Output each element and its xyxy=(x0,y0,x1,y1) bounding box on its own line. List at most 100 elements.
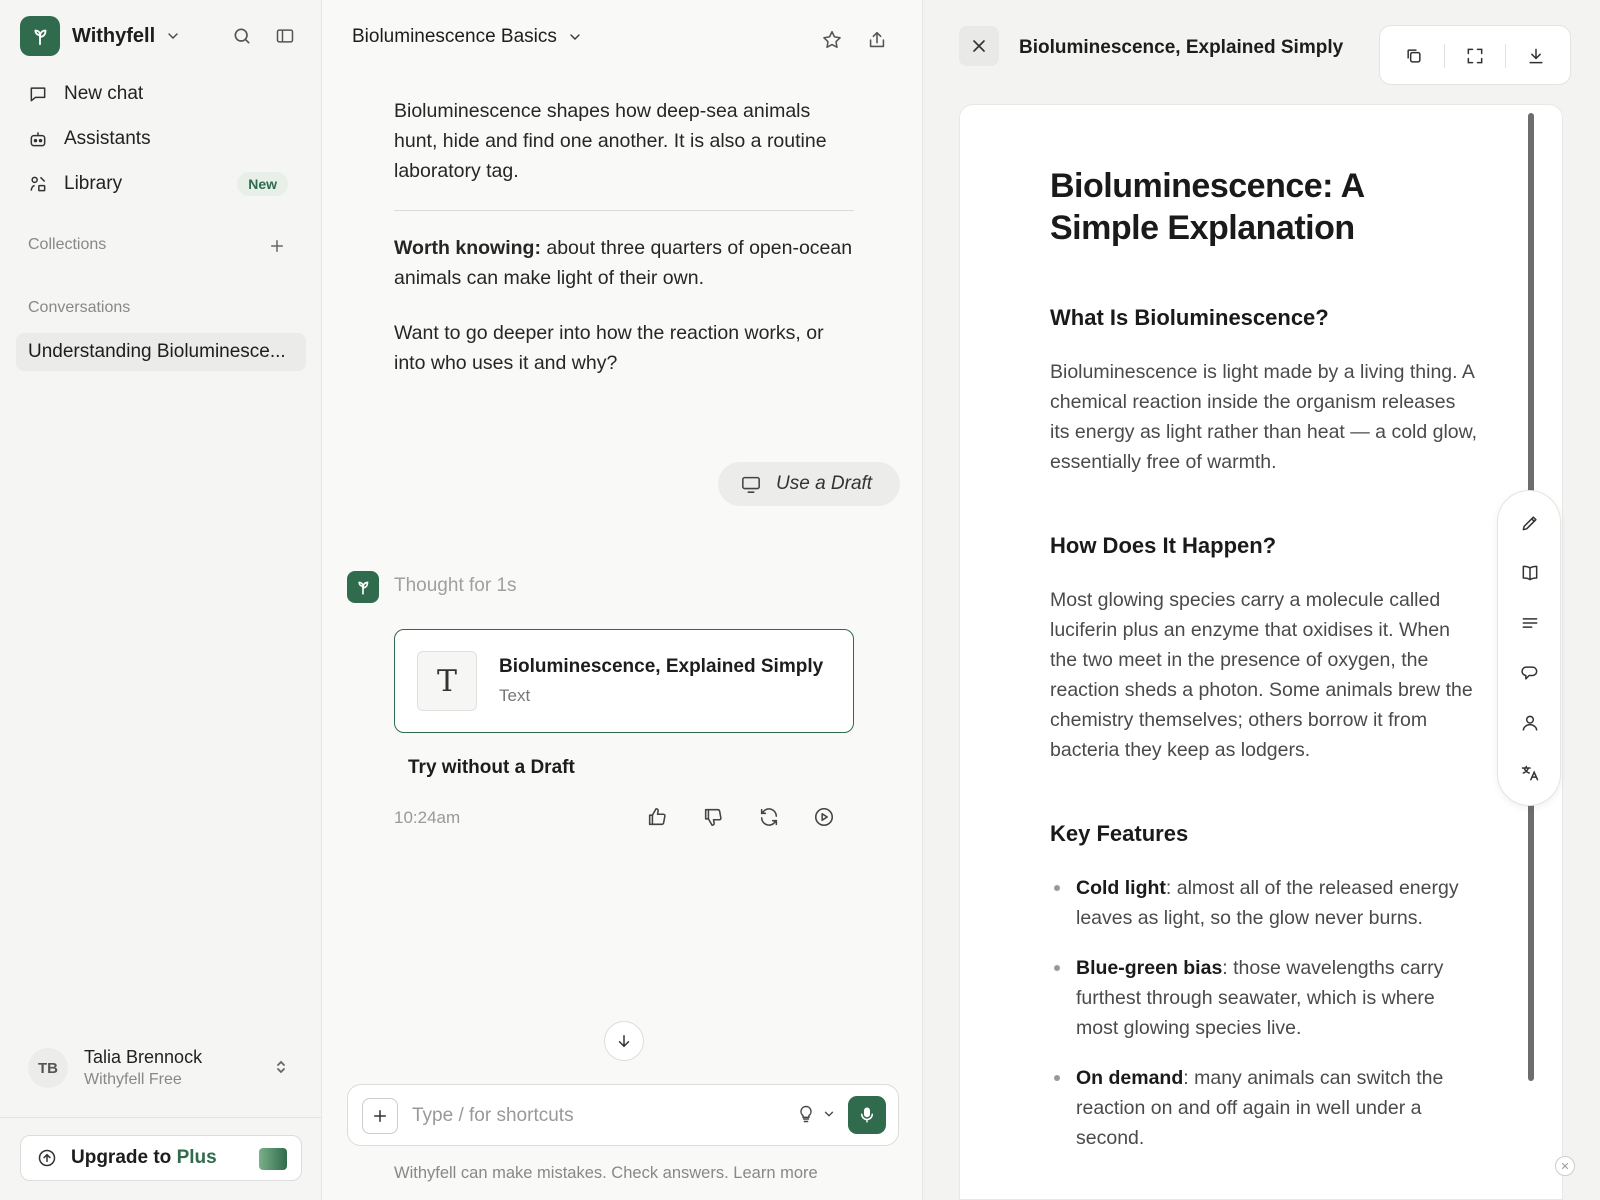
panel-toolbar xyxy=(1379,25,1571,85)
feature-list: Cold light: almost all of the released e… xyxy=(1050,873,1480,1153)
adjust-length-button[interactable] xyxy=(1515,608,1545,638)
sidebar: Withyfell New chat Assistants Library Ne… xyxy=(0,0,322,1200)
learn-more-link[interactable]: Learn more xyxy=(733,1164,817,1182)
microphone-icon xyxy=(861,1107,873,1123)
section-paragraph: Most glowing species carry a molecule ca… xyxy=(1050,589,1473,761)
new-chat-button[interactable]: New chat xyxy=(14,74,308,114)
read-aloud-button[interactable] xyxy=(809,802,839,832)
thumbs-up-button[interactable] xyxy=(642,802,672,832)
chat-bubble-icon xyxy=(30,87,46,102)
brand-name: Withyfell xyxy=(72,24,156,47)
avatar: TB xyxy=(28,1048,68,1088)
thumbs-down-button[interactable] xyxy=(698,802,728,832)
favorite-button[interactable] xyxy=(816,24,848,56)
bullet xyxy=(1054,1075,1060,1081)
disclaimer: Withyfell can make mistakes. Check answe… xyxy=(394,1164,818,1183)
feature-term: On demand xyxy=(1076,1067,1184,1089)
thumbs-down-icon xyxy=(704,808,722,827)
list-item: Cold light: almost all of the released e… xyxy=(1050,873,1480,933)
close-panel-button[interactable] xyxy=(959,26,999,66)
pencil-icon xyxy=(1522,516,1537,531)
sidebar-toggle-icon xyxy=(276,29,294,43)
star-icon xyxy=(823,30,841,49)
add-collection-button[interactable] xyxy=(262,231,292,261)
workspace-switcher[interactable]: Withyfell xyxy=(20,16,181,56)
artifact-panel: Bioluminescence, Explained Simply Biolum… xyxy=(922,0,1600,1200)
attach-button[interactable] xyxy=(362,1098,398,1134)
artifact-title: Bioluminescence, Explained Simply xyxy=(499,656,824,677)
bullet xyxy=(1054,965,1060,971)
chat-title: Bioluminescence Basics xyxy=(352,26,557,47)
toolbar-separator xyxy=(1505,44,1506,68)
new-badge: New xyxy=(237,172,288,196)
chevron-down-icon xyxy=(168,33,178,39)
user-plan: Withyfell Free xyxy=(84,1071,182,1088)
assistant-avatar xyxy=(347,571,379,603)
regenerate-button[interactable] xyxy=(754,802,784,832)
section-heading: Key Features xyxy=(1050,821,1189,846)
message-worth-knowing: Worth knowing: about three quarters of o… xyxy=(394,233,854,293)
voice-input-button[interactable] xyxy=(848,1096,886,1134)
translate-button[interactable] xyxy=(1515,758,1545,788)
translate-icon xyxy=(1521,765,1539,781)
sidebar-item-assistants[interactable]: Assistants xyxy=(14,119,308,159)
close-icon xyxy=(973,40,985,52)
section-paragraph: Bioluminescence is light made by a livin… xyxy=(1050,361,1478,473)
worth-knowing-label: Worth knowing: xyxy=(394,237,541,259)
brand-logo xyxy=(20,16,60,56)
person-icon xyxy=(1522,715,1538,731)
expand-icon xyxy=(1467,48,1483,64)
feature-term: Cold light xyxy=(1076,877,1166,899)
leaf-icon xyxy=(358,581,369,595)
panel-title: Bioluminescence, Explained Simply xyxy=(1019,37,1344,58)
try-without-draft-button[interactable]: Try without a Draft xyxy=(408,757,575,779)
share-icon xyxy=(869,31,885,48)
copy-button[interactable] xyxy=(1398,40,1430,72)
document-body: Bioluminescence: A Simple Explanation Wh… xyxy=(1050,165,1480,1173)
thought-status[interactable]: Thought for 1s xyxy=(394,575,517,597)
edit-tool-button[interactable] xyxy=(1515,508,1545,538)
use-draft-button[interactable]: Use a Draft xyxy=(718,462,900,506)
document-title: Bioluminescence: A Simple Explanation xyxy=(1050,167,1364,247)
arrow-down-icon xyxy=(618,1035,630,1048)
plus-icon xyxy=(271,240,283,252)
message-input[interactable] xyxy=(412,1099,772,1133)
artifact-card[interactable]: T Bioluminescence, Explained Simply Text xyxy=(394,629,854,733)
chat-title-dropdown[interactable]: Bioluminescence Basics xyxy=(352,26,583,48)
library-label: Library xyxy=(64,173,123,194)
edit-tools-rail xyxy=(1497,490,1561,806)
message-intro: Bioluminescence shapes how deep-sea anim… xyxy=(394,100,827,182)
share-button[interactable] xyxy=(861,24,893,56)
toolbar-separator xyxy=(1444,44,1445,68)
list-item: On demand: many animals can switch the r… xyxy=(1050,1063,1480,1153)
sidebar-item-library[interactable]: Library New xyxy=(14,164,308,204)
message-divider xyxy=(394,210,854,211)
fullscreen-button[interactable] xyxy=(1459,40,1491,72)
monitor-icon xyxy=(742,476,760,493)
user-menu[interactable]: TB Talia Brennock Withyfell Free xyxy=(28,1040,298,1096)
section-heading: How Does It Happen? xyxy=(1050,533,1277,558)
audience-button[interactable] xyxy=(1515,708,1545,738)
download-button[interactable] xyxy=(1520,40,1552,72)
feature-term: Blue-green bias xyxy=(1076,957,1223,979)
search-button[interactable] xyxy=(227,21,257,51)
search-icon xyxy=(234,28,250,44)
scroll-to-bottom-button[interactable] xyxy=(604,1021,644,1061)
library-icon xyxy=(30,176,46,192)
user-name: Talia Brennock xyxy=(84,1047,203,1067)
message-timestamp: 10:24am xyxy=(394,808,461,827)
section-heading: What Is Bioluminescence? xyxy=(1050,305,1329,330)
chat-column: Bioluminescence Basics Bioluminescence s… xyxy=(322,0,922,1200)
plus-icon xyxy=(374,1110,386,1122)
conversation-item[interactable]: Understanding Bioluminesce... xyxy=(16,333,306,371)
text-document-icon: T xyxy=(417,651,477,711)
reasoning-selector[interactable] xyxy=(796,1103,836,1125)
reading-level-button[interactable] xyxy=(1515,558,1545,588)
suggest-edits-button[interactable] xyxy=(1515,658,1545,688)
toggle-sidebar-button[interactable] xyxy=(270,21,300,51)
close-icon xyxy=(1561,1162,1569,1170)
upgrade-button[interactable]: Upgrade to Plus xyxy=(20,1135,302,1181)
composer xyxy=(347,1084,899,1146)
dismiss-icon[interactable] xyxy=(1555,1156,1575,1176)
upgrade-plan: Plus xyxy=(176,1147,217,1168)
